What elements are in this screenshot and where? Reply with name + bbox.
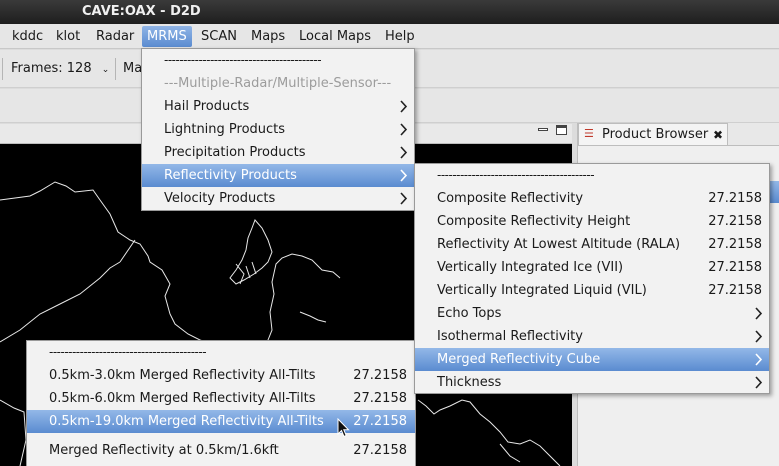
menu-item-lightning-products[interactable]: Lightning Products [142, 118, 414, 141]
menu-item-merged-reflectivity-cube[interactable]: Merged Reflectivity Cube [415, 348, 769, 371]
menu-mrms[interactable]: MRMS [142, 26, 192, 47]
chevron-right-icon [400, 169, 408, 182]
chevron-right-icon [755, 330, 763, 343]
window-title-bar: CAVE:OAX - D2D [0, 0, 779, 24]
chevron-right-icon [400, 146, 408, 159]
reflectivity-separator: ----------------------------------------… [437, 168, 595, 182]
merged-reflectivity-cube-menu: ----------------------------------------… [26, 340, 416, 466]
reflectivity-products-menu: ----------------------------------------… [414, 163, 770, 394]
product-browser-tab-label: Product Browser [602, 127, 709, 142]
menu-local-maps[interactable]: Local Maps [294, 26, 376, 47]
menu-bar: kddc klot Radar MRMS SCAN Maps Local Map… [0, 24, 779, 49]
toolbar-divider [115, 58, 116, 80]
maximize-icon[interactable] [556, 125, 567, 135]
chevron-right-icon [400, 192, 408, 205]
menu-item-cube-0-5-19-0km[interactable]: 0.5km-19.0km Merged Reflectivity All-Til… [27, 410, 415, 433]
menu-item-isothermal-reflectivity[interactable]: Isothermal Reflectivity [415, 325, 769, 348]
frames-label: Frames: 128 [11, 61, 92, 76]
menu-item-echo-tops[interactable]: Echo Tops [415, 302, 769, 325]
chevron-right-icon [400, 100, 408, 113]
toolbar-next-dropdown[interactable]: Ma [123, 60, 142, 78]
menu-item-vii[interactable]: Vertically Integrated Ice (VII) 27.2158 [415, 256, 769, 279]
mrms-menu-header: ---Multiple-Radar/Multiple-Sensor--- [164, 76, 392, 91]
close-icon[interactable]: ✖ [713, 126, 723, 144]
menu-item-cube-0-5-6-0km[interactable]: 0.5km-6.0km Merged Reflectivity All-Tilt… [27, 387, 415, 410]
window-title: CAVE:OAX - D2D [82, 4, 201, 19]
menu-maps[interactable]: Maps [246, 26, 290, 47]
menu-item-precipitation-products[interactable]: Precipitation Products [142, 141, 414, 164]
product-browser-tab[interactable]: ☰ Product Browser ✖ [578, 123, 728, 145]
mrms-separator: ----------------------------------------… [164, 53, 322, 67]
minimize-icon[interactable] [538, 128, 548, 131]
menu-item-velocity-products[interactable]: Velocity Products [142, 187, 414, 210]
toolbar-divider [2, 58, 3, 80]
menu-kddc[interactable]: kddc [7, 26, 48, 47]
menu-scan[interactable]: SCAN [196, 26, 242, 47]
menu-item-vil[interactable]: Vertically Integrated Liquid (VIL) 27.21… [415, 279, 769, 302]
mouse-cursor-icon [337, 418, 350, 438]
menu-help[interactable]: Help [380, 26, 420, 47]
menu-item-cube-merged-reflectivity-0-5km[interactable]: Merged Reflectivity at 0.5km/1.6kft 27.2… [27, 439, 415, 462]
menu-item-rala[interactable]: Reflectivity At Lowest Altitude (RALA) 2… [415, 233, 769, 256]
menu-item-hail-products[interactable]: Hail Products [142, 95, 414, 118]
frames-dropdown[interactable]: Frames: 128 ⌄ [11, 60, 109, 78]
menu-radar[interactable]: Radar [91, 26, 139, 47]
menu-item-composite-reflectivity-height[interactable]: Composite Reflectivity Height 27.2158 [415, 210, 769, 233]
chevron-right-icon [755, 376, 763, 389]
browser-tree-icon: ☰ [584, 127, 594, 140]
menu-item-cube-0-5-3-0km[interactable]: 0.5km-3.0km Merged Reflectivity All-Tilt… [27, 364, 415, 387]
chevron-down-icon: ⌄ [101, 65, 110, 75]
menu-item-thickness[interactable]: Thickness [415, 371, 769, 394]
menu-item-composite-reflectivity[interactable]: Composite Reflectivity 27.2158 [415, 187, 769, 210]
menu-item-reflectivity-products[interactable]: Reflectivity Products [142, 164, 414, 187]
mrms-menu: ----------------------------------------… [141, 48, 415, 211]
menu-klot[interactable]: klot [51, 26, 85, 47]
chevron-right-icon [755, 353, 763, 366]
cube-separator: ----------------------------------------… [49, 345, 207, 359]
chevron-right-icon [755, 307, 763, 320]
chevron-right-icon [400, 123, 408, 136]
